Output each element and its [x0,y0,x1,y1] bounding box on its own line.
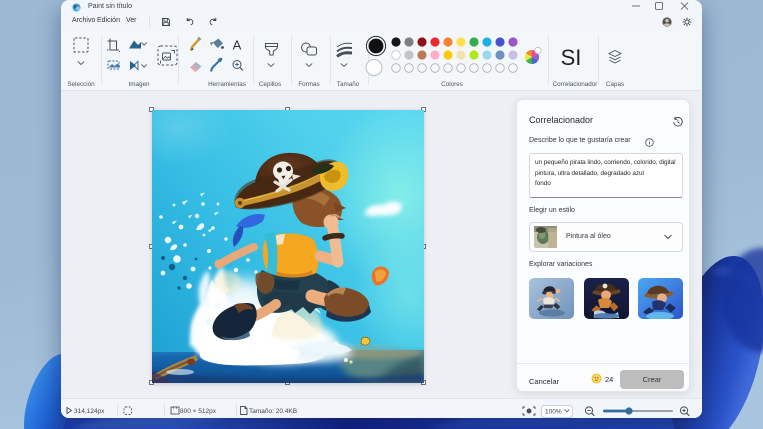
svg-text:Cepillos: Cepillos [259,81,281,88]
svg-text:314,124px: 314,124px [74,408,105,415]
svg-text:A: A [233,38,242,53]
svg-text:Correlacionador: Correlacionador [553,81,598,88]
svg-text:Tamaño: Tamaño [337,81,360,88]
svg-text:Selección: Selección [67,81,95,88]
svg-text:SI: SI [561,45,582,70]
svg-text:Imagen: Imagen [128,81,150,88]
svg-text:Tamaño: 20.4KB: Tamaño: 20.4KB [249,408,297,415]
svg-text:Herramientas: Herramientas [208,81,246,88]
svg-text:Capas: Capas [606,81,624,88]
svg-text:Formas: Formas [298,81,319,88]
svg-text:100%: 100% [545,408,562,415]
svg-text:800 × 512px: 800 × 512px [180,408,217,415]
svg-text:Colores: Colores [441,81,463,88]
